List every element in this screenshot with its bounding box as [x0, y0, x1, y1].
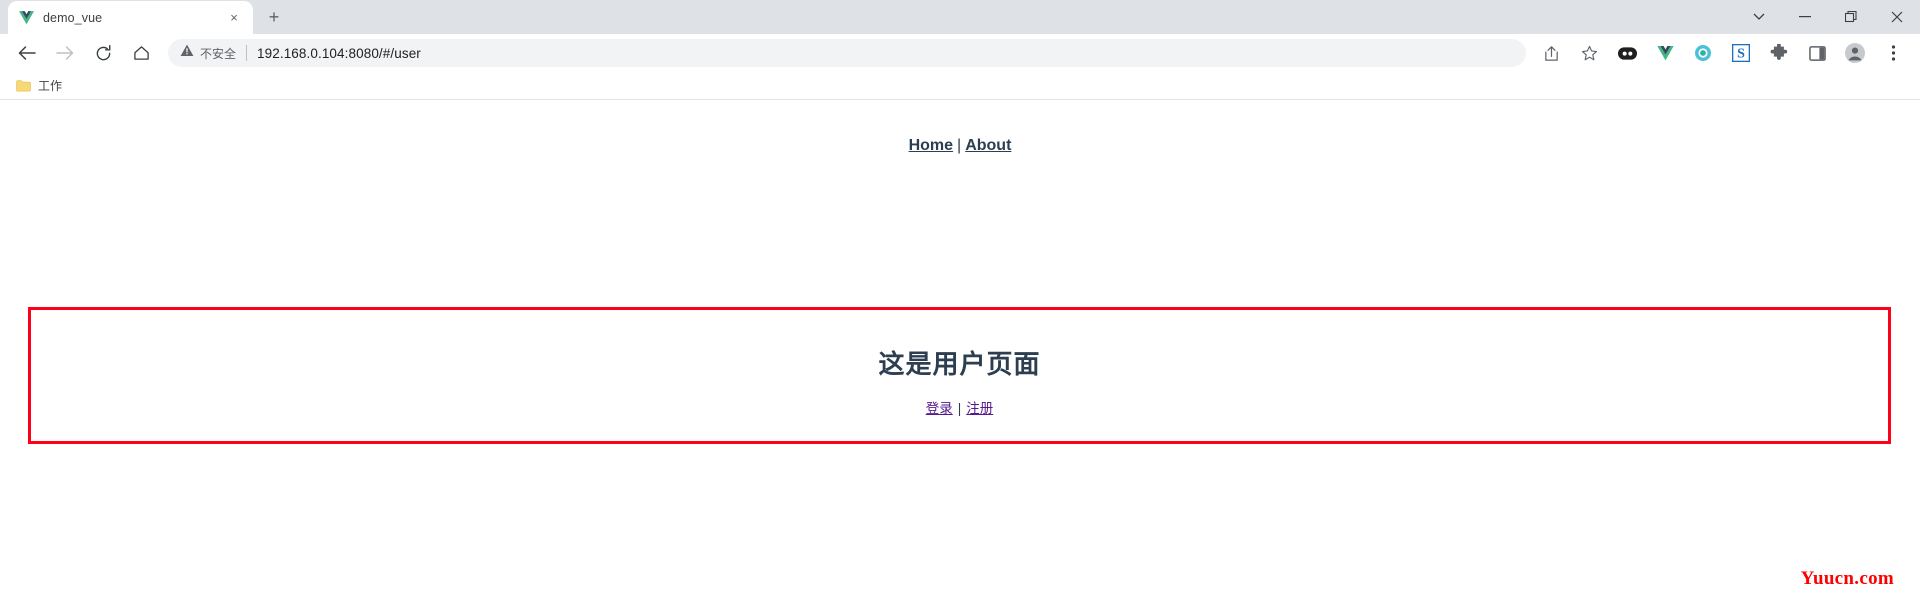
browser-tab-demo-vue[interactable]: demo_vue × [8, 1, 253, 34]
url-text: 192.168.0.104:8080/#/user [257, 45, 421, 61]
vue-devtools-icon[interactable] [1651, 39, 1679, 67]
profile-avatar-icon[interactable] [1841, 39, 1869, 67]
security-label: 不安全 [200, 46, 237, 61]
app-nav: Home | About [0, 100, 1920, 155]
back-button[interactable] [12, 38, 42, 68]
user-page-box: 这是用户页面 登录 | 注册 [28, 307, 1891, 444]
link-register[interactable]: 注册 [966, 401, 993, 416]
tab-strip: demo_vue × + [0, 0, 1920, 34]
link-separator: | [957, 401, 962, 416]
warning-triangle-icon [180, 44, 194, 62]
svg-text:S: S [1737, 47, 1745, 62]
bookmark-star-icon[interactable] [1575, 39, 1603, 67]
close-tab-icon[interactable]: × [225, 9, 243, 27]
watermark: Yuucn.com [1800, 568, 1894, 589]
nav-link-about[interactable]: About [965, 137, 1011, 154]
bookmarks-bar: 工作 [0, 72, 1920, 100]
extension-dark-eyes-icon[interactable] [1613, 39, 1641, 67]
nav-separator: | [957, 137, 962, 154]
reload-button[interactable] [88, 38, 118, 68]
share-icon[interactable] [1537, 39, 1565, 67]
bookmark-label: 工作 [38, 79, 63, 93]
omnibox-divider [246, 45, 248, 61]
minimize-icon[interactable] [1782, 0, 1828, 34]
browser-toolbar: 不安全 192.168.0.104:8080/#/user S [0, 34, 1920, 72]
link-login[interactable]: 登录 [926, 401, 953, 416]
home-button[interactable] [126, 38, 156, 68]
extensions-puzzle-icon[interactable] [1765, 39, 1793, 67]
vue-logo-icon [18, 10, 34, 26]
bookmark-folder-work[interactable]: 工作 [10, 74, 70, 97]
tab-search-icon[interactable] [1736, 0, 1782, 34]
toolbar-right-icons: S [1532, 39, 1912, 67]
user-box-links: 登录 | 注册 [31, 397, 1888, 417]
maximize-icon[interactable] [1828, 0, 1874, 34]
browser-window: demo_vue × + 不安全 192.168.0.104:8080/#/us… [0, 0, 1920, 613]
page-viewport: Home | About 这是用户页面 登录 | 注册 Yuucn.com [0, 100, 1920, 612]
page-title: 这是用户页面 [878, 349, 1041, 379]
address-bar[interactable]: 不安全 192.168.0.104:8080/#/user [168, 39, 1526, 67]
tab-title: demo_vue [43, 10, 103, 25]
new-tab-button[interactable]: + [260, 3, 288, 31]
teal-circle-extension-icon[interactable] [1689, 39, 1717, 67]
folder-icon [15, 78, 31, 94]
close-window-icon[interactable] [1874, 0, 1920, 34]
forward-button[interactable] [50, 38, 80, 68]
window-controls [1736, 0, 1920, 34]
nav-link-home[interactable]: Home [909, 137, 953, 154]
security-status[interactable]: 不安全 [180, 44, 236, 62]
chrome-menu-icon[interactable] [1879, 39, 1907, 67]
blue-s-extension-icon[interactable]: S [1727, 39, 1755, 67]
side-panel-icon[interactable] [1803, 39, 1831, 67]
